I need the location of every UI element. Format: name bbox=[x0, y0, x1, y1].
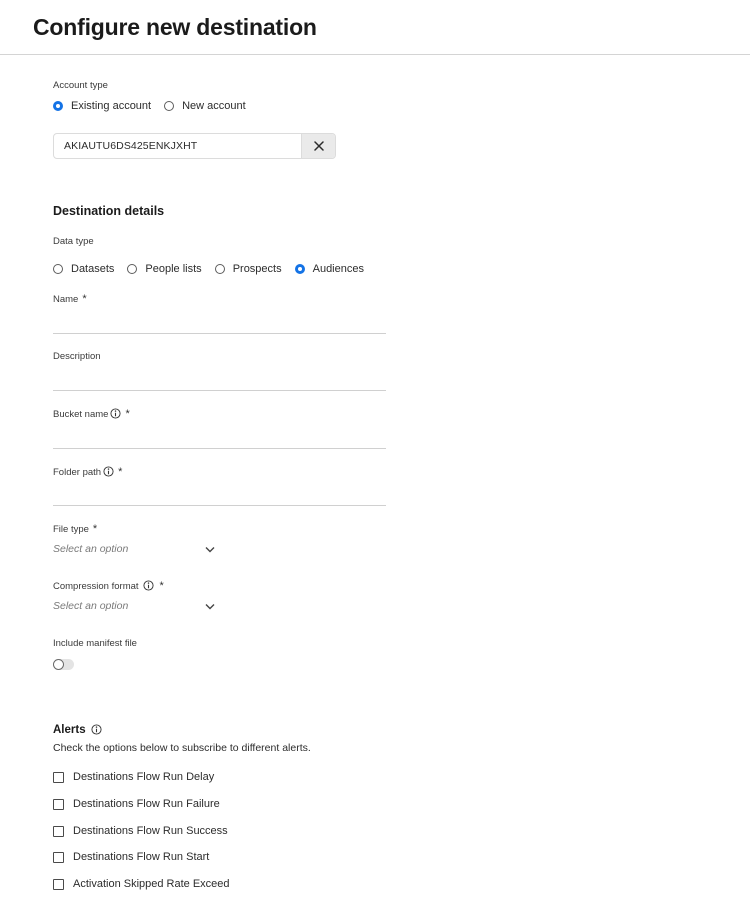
folder-path-label-text: Folder path bbox=[53, 467, 102, 478]
alert-flow-run-delay[interactable]: Destinations Flow Run Delay bbox=[53, 771, 214, 783]
radio-datasets-label: Datasets bbox=[71, 263, 115, 275]
compression-format-select[interactable]: Select an option bbox=[53, 600, 215, 612]
checkbox-flow-run-success[interactable] bbox=[53, 825, 64, 837]
close-icon bbox=[313, 141, 324, 151]
bucket-name-label-text: Bucket name bbox=[53, 409, 109, 420]
name-input[interactable] bbox=[53, 315, 386, 334]
alert-activation-skipped-rate[interactable]: Activation Skipped Rate Exceed bbox=[53, 878, 230, 890]
radio-prospects-indicator[interactable] bbox=[214, 264, 225, 274]
radio-existing-account-label: Existing account bbox=[71, 100, 152, 112]
alert-flow-run-success[interactable]: Destinations Flow Run Success bbox=[53, 825, 228, 837]
info-icon[interactable] bbox=[110, 408, 121, 419]
radio-audiences[interactable]: Audiences bbox=[294, 263, 364, 275]
chevron-down-icon bbox=[205, 546, 215, 552]
account-type-radio-group: Existing account New account bbox=[53, 100, 246, 112]
radio-existing-account[interactable]: Existing account bbox=[53, 100, 151, 112]
account-selector[interactable]: AKIAUTU6DS425ENKJXHT bbox=[53, 133, 336, 159]
alert-label: Destinations Flow Run Start bbox=[73, 851, 210, 863]
file-type-label: File type * bbox=[53, 523, 97, 535]
manifest-label: Include manifest file bbox=[53, 638, 137, 649]
data-type-radio-group: Datasets People lists Prospects Audience… bbox=[53, 263, 364, 275]
file-type-select[interactable]: Select an option bbox=[53, 543, 215, 555]
folder-path-input[interactable] bbox=[53, 487, 386, 506]
radio-datasets[interactable]: Datasets bbox=[53, 263, 114, 275]
manifest-toggle[interactable] bbox=[53, 659, 74, 670]
file-type-label-text: File type bbox=[53, 524, 89, 535]
name-label-text: Name bbox=[53, 294, 79, 305]
data-type-label: Data type bbox=[53, 236, 94, 247]
alert-label: Destinations Flow Run Delay bbox=[73, 771, 215, 783]
compression-format-label: Compression format * bbox=[53, 580, 164, 592]
alert-flow-run-failure[interactable]: Destinations Flow Run Failure bbox=[53, 798, 220, 810]
radio-people-lists-label: People lists bbox=[145, 263, 202, 275]
radio-audiences-indicator[interactable] bbox=[294, 264, 305, 274]
radio-people-lists-indicator[interactable] bbox=[127, 264, 138, 274]
required-marker: * bbox=[159, 580, 164, 592]
name-label: Name * bbox=[53, 293, 87, 305]
alerts-heading: Alerts bbox=[53, 724, 102, 736]
description-input[interactable] bbox=[53, 372, 386, 391]
info-icon[interactable] bbox=[103, 466, 114, 477]
compression-format-placeholder: Select an option bbox=[53, 600, 129, 612]
required-marker: * bbox=[82, 293, 87, 305]
folder-path-label: Folder path * bbox=[53, 466, 122, 478]
radio-prospects[interactable]: Prospects bbox=[214, 263, 282, 275]
chevron-down-icon bbox=[205, 603, 215, 609]
file-type-placeholder: Select an option bbox=[53, 543, 129, 555]
title-divider bbox=[0, 54, 750, 55]
alert-flow-run-start[interactable]: Destinations Flow Run Start bbox=[53, 851, 209, 863]
checkbox-flow-run-start[interactable] bbox=[53, 851, 64, 863]
compression-format-label-text: Compression format bbox=[53, 581, 139, 592]
description-label: Description bbox=[53, 351, 101, 362]
alerts-title: Alerts bbox=[53, 724, 86, 736]
toggle-knob bbox=[53, 659, 64, 670]
alert-label: Activation Skipped Rate Exceed bbox=[73, 878, 230, 890]
radio-prospects-label: Prospects bbox=[232, 263, 282, 275]
radio-existing-account-indicator[interactable] bbox=[53, 101, 63, 111]
alert-label: Destinations Flow Run Success bbox=[73, 825, 228, 837]
checkbox-activation-skipped-rate[interactable] bbox=[53, 878, 64, 890]
info-icon[interactable] bbox=[142, 580, 154, 591]
bucket-name-label: Bucket name * bbox=[53, 408, 130, 420]
radio-people-lists[interactable]: People lists bbox=[127, 263, 202, 275]
account-access-key: AKIAUTU6DS425ENKJXHT bbox=[64, 140, 198, 152]
radio-new-account-label: New account bbox=[182, 100, 246, 112]
required-marker: * bbox=[92, 523, 98, 535]
info-icon[interactable] bbox=[91, 724, 102, 735]
checkbox-flow-run-delay[interactable] bbox=[53, 771, 64, 783]
destination-details-heading: Destination details bbox=[53, 204, 165, 218]
radio-new-account-indicator[interactable] bbox=[164, 101, 175, 111]
radio-datasets-indicator[interactable] bbox=[53, 264, 63, 274]
required-marker: * bbox=[118, 466, 123, 478]
page-title: Configure new destination bbox=[33, 14, 317, 40]
clear-account-button[interactable] bbox=[301, 134, 335, 158]
required-marker: * bbox=[125, 408, 130, 420]
bucket-name-input[interactable] bbox=[53, 430, 386, 449]
radio-audiences-label: Audiences bbox=[312, 263, 364, 275]
alerts-description: Check the options below to subscribe to … bbox=[53, 742, 311, 754]
radio-new-account[interactable]: New account bbox=[164, 100, 246, 112]
account-type-label: Account type bbox=[53, 80, 108, 91]
alert-label: Destinations Flow Run Failure bbox=[73, 798, 220, 810]
checkbox-flow-run-failure[interactable] bbox=[53, 798, 64, 810]
